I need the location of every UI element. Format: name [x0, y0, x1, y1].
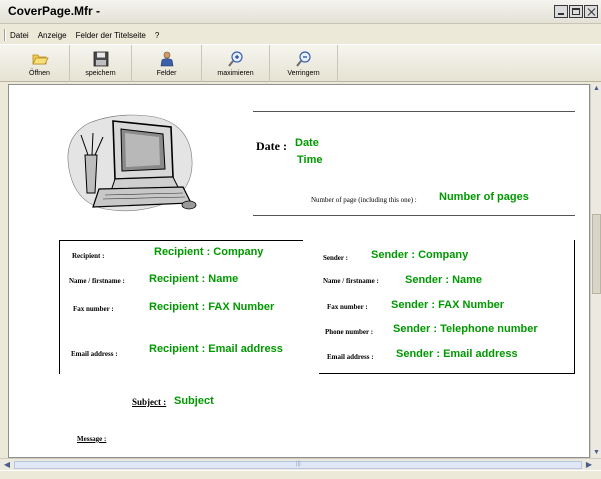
sender-phone-label: Phone number :: [325, 328, 374, 336]
recipient-fax-field: Recipient : FAX Number: [149, 301, 275, 313]
menu-help[interactable]: ?: [155, 31, 159, 40]
zoom-out-button[interactable]: Verringern: [270, 45, 338, 82]
person-fields-icon: [160, 51, 173, 67]
zoom-out-button-label: Verringern: [287, 70, 320, 77]
sender-name-field: Sender : Name: [405, 274, 483, 286]
recipient-name-field: Recipient : Name: [149, 273, 239, 285]
header-bottom-rule: [253, 215, 575, 216]
pages-label: Number of page (including this one) :: [311, 196, 417, 204]
menu-bar: Datei Anzeige Felder der Titelseite ?: [0, 27, 601, 43]
sender-name-label: Name / firstname :: [323, 277, 379, 285]
header-top-rule: [253, 111, 575, 112]
close-icon[interactable]: [584, 5, 598, 18]
recipient-email-field: Recipient : Email address: [149, 343, 283, 355]
zoom-out-icon: [295, 51, 311, 67]
scroll-left-icon[interactable]: ◀: [2, 460, 12, 470]
scroll-up-icon[interactable]: ▲: [592, 84, 601, 94]
recipient-email-label: Email address :: [71, 350, 118, 358]
recipient-company-field: Recipient : Company: [154, 246, 264, 258]
time-field: Time: [297, 154, 323, 166]
zoom-in-button[interactable]: maximieren: [202, 45, 270, 82]
scroll-right-icon[interactable]: ▶: [584, 460, 594, 470]
menu-felder-der-titelseite[interactable]: Felder der Titelseite: [76, 31, 146, 40]
date-label: Date :: [256, 139, 287, 153]
subject-field: Subject: [174, 395, 214, 407]
pages-field: Number of pages: [439, 191, 529, 203]
sender-fax-label: Fax number :: [327, 303, 368, 311]
sender-company-field: Sender : Company: [371, 249, 469, 261]
sender-email-field: Sender : Email address: [396, 348, 518, 360]
scroll-down-icon[interactable]: ▼: [592, 448, 601, 458]
sender-email-label: Email address :: [327, 353, 374, 361]
vertical-scroll-thumb[interactable]: [592, 214, 601, 294]
message-label: Message :: [77, 435, 107, 443]
folder-open-icon: [31, 54, 49, 65]
sender-phone-field: Sender : Telephone number: [393, 323, 538, 335]
computer-clipart-icon: [67, 114, 197, 212]
menu-datei[interactable]: Datei: [10, 31, 29, 40]
menu-anzeige[interactable]: Anzeige: [38, 31, 67, 40]
floppy-disk-icon: [93, 51, 108, 67]
save-button[interactable]: speichern: [70, 45, 132, 82]
maximize-icon[interactable]: [569, 5, 583, 18]
document-canvas[interactable]: Date : Date Time Number of page (includi…: [8, 84, 590, 458]
window-controls: [554, 5, 598, 18]
recipient-fax-label: Fax number :: [73, 305, 114, 313]
fields-button-label: Felder: [156, 70, 177, 77]
sender-fax-field: Sender : FAX Number: [391, 299, 505, 311]
title-bar[interactable]: CoverPage.Mfr -: [0, 0, 601, 24]
horizontal-scrollbar[interactable]: ◀ ||| ▶: [0, 458, 601, 470]
sender-company-label: Sender :: [323, 254, 348, 262]
toolbar: Öffnen speichern Felder maximieren Verri…: [0, 44, 601, 82]
fields-button[interactable]: Felder: [132, 45, 202, 82]
open-button[interactable]: Öffnen: [10, 45, 70, 82]
recipient-name-label: Name / firstname :: [69, 277, 125, 285]
minimize-icon[interactable]: [554, 5, 568, 18]
subject-label: Subject :: [132, 397, 167, 407]
status-bar: [0, 470, 601, 479]
open-button-label: Öffnen: [29, 70, 50, 77]
zoom-in-icon: [227, 51, 243, 67]
save-button-label: speichern: [85, 70, 116, 77]
app-window: CoverPage.Mfr - Datei Anzeige Felder der…: [0, 0, 601, 479]
window-title: CoverPage.Mfr -: [8, 4, 101, 18]
menu-grip: [4, 29, 6, 41]
date-field: Date: [295, 137, 319, 149]
recipient-company-label: Recipient :: [72, 252, 105, 260]
scroll-grip-icon: |||: [296, 461, 301, 467]
zoom-in-button-label: maximieren: [217, 70, 254, 77]
vertical-scrollbar[interactable]: ▲ ▼: [590, 84, 601, 458]
